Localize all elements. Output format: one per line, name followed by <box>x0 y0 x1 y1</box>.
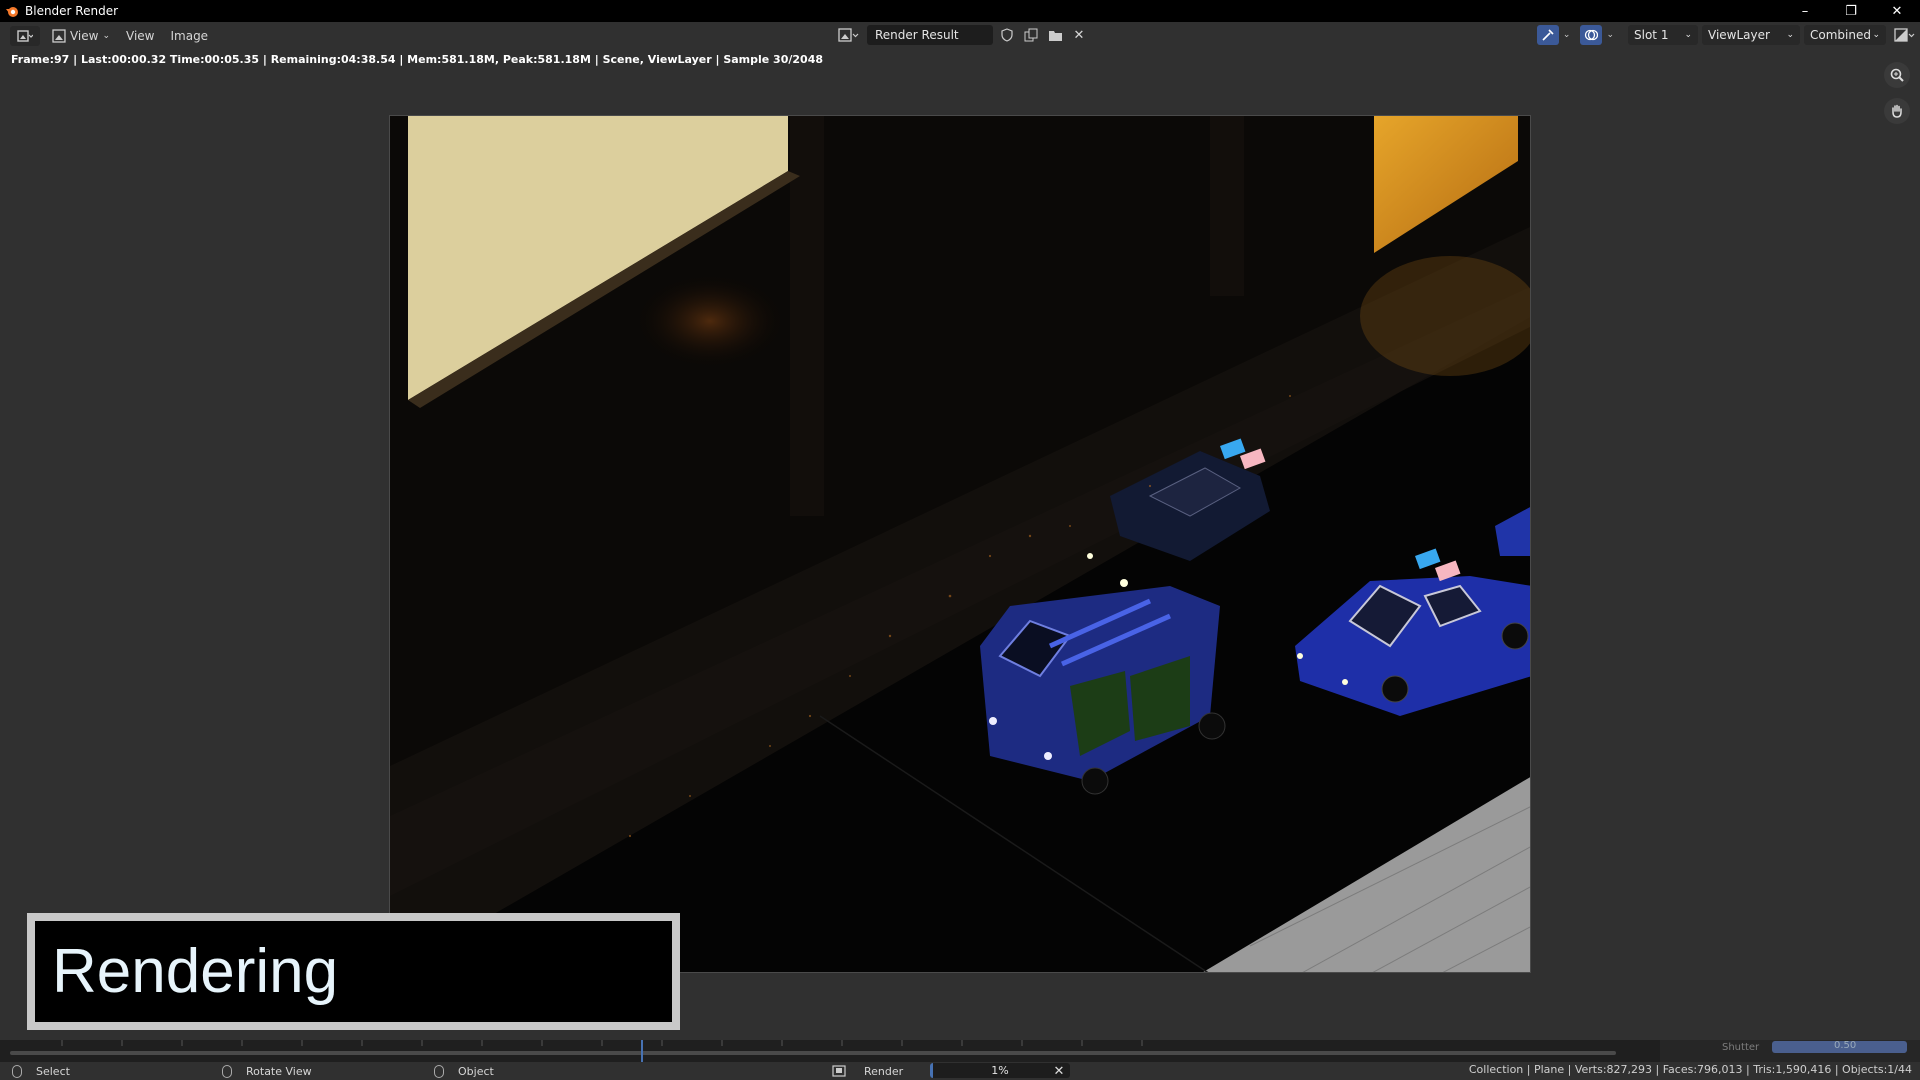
display-channels-icon <box>1894 28 1915 42</box>
unlink-image-close-icon[interactable]: ✕ <box>1069 25 1089 45</box>
image-icon <box>52 28 66 43</box>
window-title: Blender Render <box>25 4 119 18</box>
duplicate-image-icon[interactable] <box>1021 25 1041 45</box>
render-slot-label: Slot 1 <box>1634 28 1669 42</box>
sample-tool-icon[interactable] <box>1536 25 1559 45</box>
image-editor-header: View ⌄ View Image Render Result ✕ ⌄ ⌄ Sl… <box>0 22 1920 49</box>
restore-icon[interactable]: ❐ <box>1828 0 1874 22</box>
shutter-property: Shutter 0.50 <box>1660 1040 1920 1062</box>
shutter-slider[interactable]: 0.50 <box>1772 1040 1907 1053</box>
render-pass-dropdown[interactable]: Combined ⌄ <box>1804 25 1886 45</box>
render-progress-text: 1% <box>991 1064 1009 1077</box>
shutter-label: Shutter <box>1722 1042 1760 1053</box>
image-selector-group: Render Result ✕ <box>835 25 1089 45</box>
mouse-left-icon <box>12 1064 22 1078</box>
window-titlebar: Blender Render – ❐ ✕ <box>0 0 1920 22</box>
view-layer-dropdown[interactable]: ViewLayer ⌄ <box>1702 25 1800 45</box>
render-slot-dropdown[interactable]: Slot 1 ⌄ <box>1628 25 1698 45</box>
window-controls: – ❐ ✕ <box>1782 0 1920 22</box>
status-render: Render <box>832 1063 903 1079</box>
render-result-image[interactable] <box>389 115 1531 973</box>
close-icon[interactable]: ✕ <box>1874 0 1920 22</box>
image-name-field[interactable]: Render Result <box>867 25 993 45</box>
status-select-label: Select <box>36 1064 70 1078</box>
cancel-render-close-icon[interactable]: ✕ <box>1050 1064 1068 1079</box>
timeline-scrollbar[interactable] <box>10 1051 1616 1055</box>
menu-view[interactable]: View <box>118 26 162 46</box>
browse-image-dropdown[interactable] <box>835 25 863 45</box>
timeline[interactable]: Shutter 0.50 <box>0 1040 1920 1062</box>
render-stats-text: Frame:97 | Last:00:00.32 Time:00:05.35 |… <box>11 53 823 66</box>
blender-logo-icon <box>6 7 18 17</box>
view-mode-dropdown[interactable]: View ⌄ <box>48 26 110 46</box>
timeline-playhead[interactable] <box>641 1040 643 1062</box>
minimize-icon[interactable]: – <box>1782 0 1828 22</box>
render-pass-label: Combined <box>1810 28 1871 42</box>
render-progress-bar: 1% <box>930 1063 1070 1078</box>
status-object: Object <box>434 1063 494 1079</box>
status-render-label: Render <box>864 1064 904 1078</box>
fake-user-shield-icon[interactable] <box>997 25 1017 45</box>
chevron-down-icon: ⌄ <box>1872 30 1880 40</box>
editor-type-dropdown[interactable] <box>10 25 40 46</box>
status-select: Select <box>12 1063 70 1079</box>
chevron-down-icon: ⌄ <box>1786 30 1794 40</box>
image-browse-icon <box>838 28 859 42</box>
display-channels-dropdown[interactable] <box>1890 25 1920 45</box>
mouse-middle-icon <box>222 1064 232 1078</box>
view-mode-label: View <box>69 28 99 43</box>
mouse-right-icon <box>434 1064 444 1078</box>
chevron-down-icon: ⌄ <box>102 30 110 41</box>
open-folder-icon[interactable] <box>1045 25 1065 45</box>
view-layer-label: ViewLayer <box>1708 28 1770 42</box>
chevron-down-icon[interactable]: ⌄ <box>1606 30 1614 40</box>
timeline-ticks <box>61 1040 1143 1046</box>
status-rotate: Rotate View <box>222 1063 312 1079</box>
zoom-magnifier-icon[interactable] <box>1884 62 1910 88</box>
chevron-down-icon: ⌄ <box>1684 30 1692 40</box>
menu-image[interactable]: Image <box>162 26 216 46</box>
header-right-group: ⌄ ⌄ Slot 1 ⌄ ViewLayer ⌄ Combined ⌄ <box>1536 25 1920 45</box>
render-icon <box>832 1065 846 1077</box>
shutter-value: 0.50 <box>1834 1040 1857 1051</box>
rendering-overlay: Rendering <box>27 913 680 1030</box>
navigation-gizmos <box>1884 62 1910 124</box>
render-scene <box>390 116 1530 972</box>
rendering-overlay-text: Rendering <box>35 921 672 1022</box>
status-rotate-label: Rotate View <box>246 1064 312 1078</box>
chevron-down-icon[interactable]: ⌄ <box>1563 30 1571 40</box>
pan-hand-icon[interactable] <box>1884 98 1910 124</box>
overlay-display-icon[interactable] <box>1580 25 1603 45</box>
scene-statistics: Collection | Plane | Verts:827,293 | Fac… <box>1468 1063 1912 1076</box>
status-object-label: Object <box>458 1064 494 1078</box>
image-editor-icon <box>17 29 33 42</box>
